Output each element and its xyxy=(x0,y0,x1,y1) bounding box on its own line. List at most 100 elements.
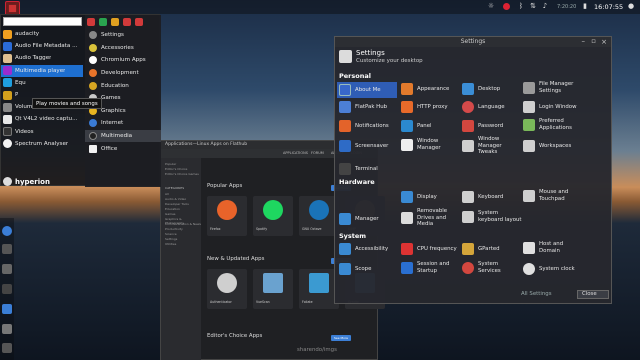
side-item[interactable]: Utilities xyxy=(165,242,176,246)
side-item[interactable]: Editor's Choice xyxy=(165,167,187,171)
setting-session-startup[interactable]: Session and Startup xyxy=(401,261,459,274)
side-item[interactable]: Science xyxy=(165,232,177,236)
setting-system-keyboard-layout[interactable]: System keyboard layout xyxy=(462,210,524,223)
setting-terminal[interactable]: Terminal xyxy=(339,163,378,175)
setting-manager[interactable]: Manager xyxy=(339,213,379,225)
app-tile[interactable]: Foliate xyxy=(299,269,339,309)
side-item[interactable]: Communication & News xyxy=(165,222,201,226)
app-tile[interactable]: VueScan xyxy=(253,269,293,309)
setting-login-window[interactable]: Login Window xyxy=(523,101,577,113)
favorite-icon[interactable] xyxy=(99,18,107,26)
category-internet[interactable]: Internet xyxy=(85,117,161,130)
side-item[interactable]: Settings xyxy=(165,237,177,241)
setting-accessibility[interactable]: Accessibility xyxy=(339,243,388,255)
bluetooth-icon[interactable]: ᛒ xyxy=(517,2,525,10)
result-item[interactable]: Audio File Metadata ... xyxy=(1,40,83,52)
setting-label: Workspaces xyxy=(539,142,572,149)
favorite-icon[interactable] xyxy=(135,18,143,26)
side-item[interactable]: Games xyxy=(165,212,176,216)
network-icon[interactable]: ⇅ xyxy=(529,2,537,10)
app-tile[interactable]: Firefox xyxy=(207,196,247,236)
terminal-icon[interactable] xyxy=(2,284,12,294)
setting-panel[interactable]: Panel xyxy=(401,120,432,132)
setting-appearance[interactable]: Appearance xyxy=(401,83,449,95)
category-education[interactable]: Education xyxy=(85,79,161,92)
bell-icon[interactable]: ☼ xyxy=(487,2,495,10)
maximize-icon[interactable]: ▫ xyxy=(591,37,596,45)
setting-system-services[interactable]: System Services xyxy=(462,261,520,274)
user-icon[interactable]: ● xyxy=(627,2,635,10)
result-item[interactable]: Qt V4L2 video captu... xyxy=(1,113,83,125)
volume-icon[interactable]: ♪ xyxy=(541,2,549,10)
nav-applications[interactable]: APPLICATIONS xyxy=(283,151,308,155)
category-office[interactable]: Office xyxy=(85,142,161,155)
side-item[interactable]: Editor's Choice Games xyxy=(165,172,199,176)
setting-wm-tweaks[interactable]: Window Manager Tweaks xyxy=(462,136,520,156)
battery-icon[interactable]: ▮ xyxy=(581,2,589,10)
setting-flatpak-hub[interactable]: FlatPak Hub xyxy=(339,101,387,113)
setting-cpu-frequency[interactable]: CPU frequency xyxy=(401,243,457,255)
category-accessories[interactable]: Accessories xyxy=(85,42,161,55)
side-item[interactable]: Audio & Video xyxy=(165,197,186,201)
all-settings-button[interactable]: All Settings xyxy=(521,291,552,297)
category-multimedia[interactable]: Multimedia xyxy=(85,129,161,143)
settings-titlebar[interactable]: Settings xyxy=(335,37,611,47)
setting-notifications[interactable]: Notifications xyxy=(339,120,389,132)
setting-display[interactable]: Display xyxy=(401,191,437,203)
setting-screensaver[interactable]: Screensaver xyxy=(339,140,388,152)
setting-http-proxy[interactable]: HTTP proxy xyxy=(401,101,448,113)
setting-desktop[interactable]: Desktop xyxy=(462,83,500,95)
close-button[interactable]: Close xyxy=(577,290,609,299)
settings-icon[interactable] xyxy=(2,304,12,314)
category-chromium-apps[interactable]: Chromium Apps xyxy=(85,54,161,67)
setting-mouse-touchpad[interactable]: Mouse and Touchpad xyxy=(523,189,593,202)
setting-file-manager[interactable]: File Manager Settings xyxy=(523,81,593,94)
setting-password[interactable]: Password xyxy=(462,120,503,132)
category-settings[interactable]: Settings xyxy=(85,29,161,42)
close-icon[interactable]: × xyxy=(601,38,607,46)
result-item[interactable]: Videos xyxy=(1,126,83,138)
setting-workspaces[interactable]: Workspaces xyxy=(523,140,571,152)
side-item[interactable]: All xyxy=(165,192,169,196)
result-item[interactable]: Equ xyxy=(1,77,83,89)
text-editor-icon[interactable] xyxy=(2,264,12,274)
favorite-icon[interactable] xyxy=(87,18,95,26)
side-item[interactable]: Popular xyxy=(165,162,176,166)
setting-keyboard[interactable]: Keyboard xyxy=(462,191,503,203)
result-item[interactable]: Spectrum Analyser xyxy=(1,138,83,150)
search-field[interactable] xyxy=(3,17,82,26)
category-development[interactable]: Development xyxy=(85,67,161,80)
side-item[interactable]: Productivity xyxy=(165,227,183,231)
setting-preferred-apps[interactable]: Preferred Applications xyxy=(523,118,593,131)
home-icon[interactable] xyxy=(2,324,12,334)
side-item[interactable]: Developer Tools xyxy=(165,202,189,206)
alert-icon[interactable] xyxy=(503,3,510,10)
favorite-icon[interactable] xyxy=(123,18,131,26)
user-row[interactable]: hyperion xyxy=(3,177,50,186)
result-item-selected[interactable]: Multimedia player xyxy=(1,64,83,77)
see-more-button[interactable]: See More xyxy=(331,335,351,341)
chromium-icon[interactable] xyxy=(2,226,12,236)
app-tile[interactable]: GNU Octave xyxy=(299,196,339,236)
setting-host-domain[interactable]: Host and Domain xyxy=(523,241,583,254)
app-tile[interactable]: Spotify xyxy=(253,196,293,236)
result-item[interactable]: Audio Tagger xyxy=(1,52,83,64)
favorite-icon[interactable] xyxy=(111,18,119,26)
minimize-icon[interactable]: – xyxy=(582,37,586,45)
setting-language[interactable]: Language xyxy=(462,101,505,113)
trash-icon[interactable] xyxy=(2,343,12,353)
side-item[interactable]: Education xyxy=(165,207,180,211)
setting-scope[interactable]: Scope xyxy=(339,263,371,275)
app-tile[interactable]: Authenticator xyxy=(207,269,247,309)
setting-removable-drives[interactable]: Removable Drives and Media xyxy=(401,208,459,228)
files-icon[interactable] xyxy=(2,244,12,254)
search-input[interactable] xyxy=(4,18,81,25)
setting-system-clock[interactable]: System clock xyxy=(523,263,575,275)
result-item[interactable]: audacity xyxy=(1,28,83,40)
setting-label: Terminal xyxy=(355,165,378,172)
setting-gparted[interactable]: GParted xyxy=(462,243,500,255)
nav-forum[interactable]: FORUM xyxy=(311,151,324,155)
setting-about-me[interactable]: About Me xyxy=(337,82,397,98)
clock[interactable]: 16:07:55 xyxy=(594,3,623,11)
setting-window-manager[interactable]: Window Manager xyxy=(401,138,457,151)
